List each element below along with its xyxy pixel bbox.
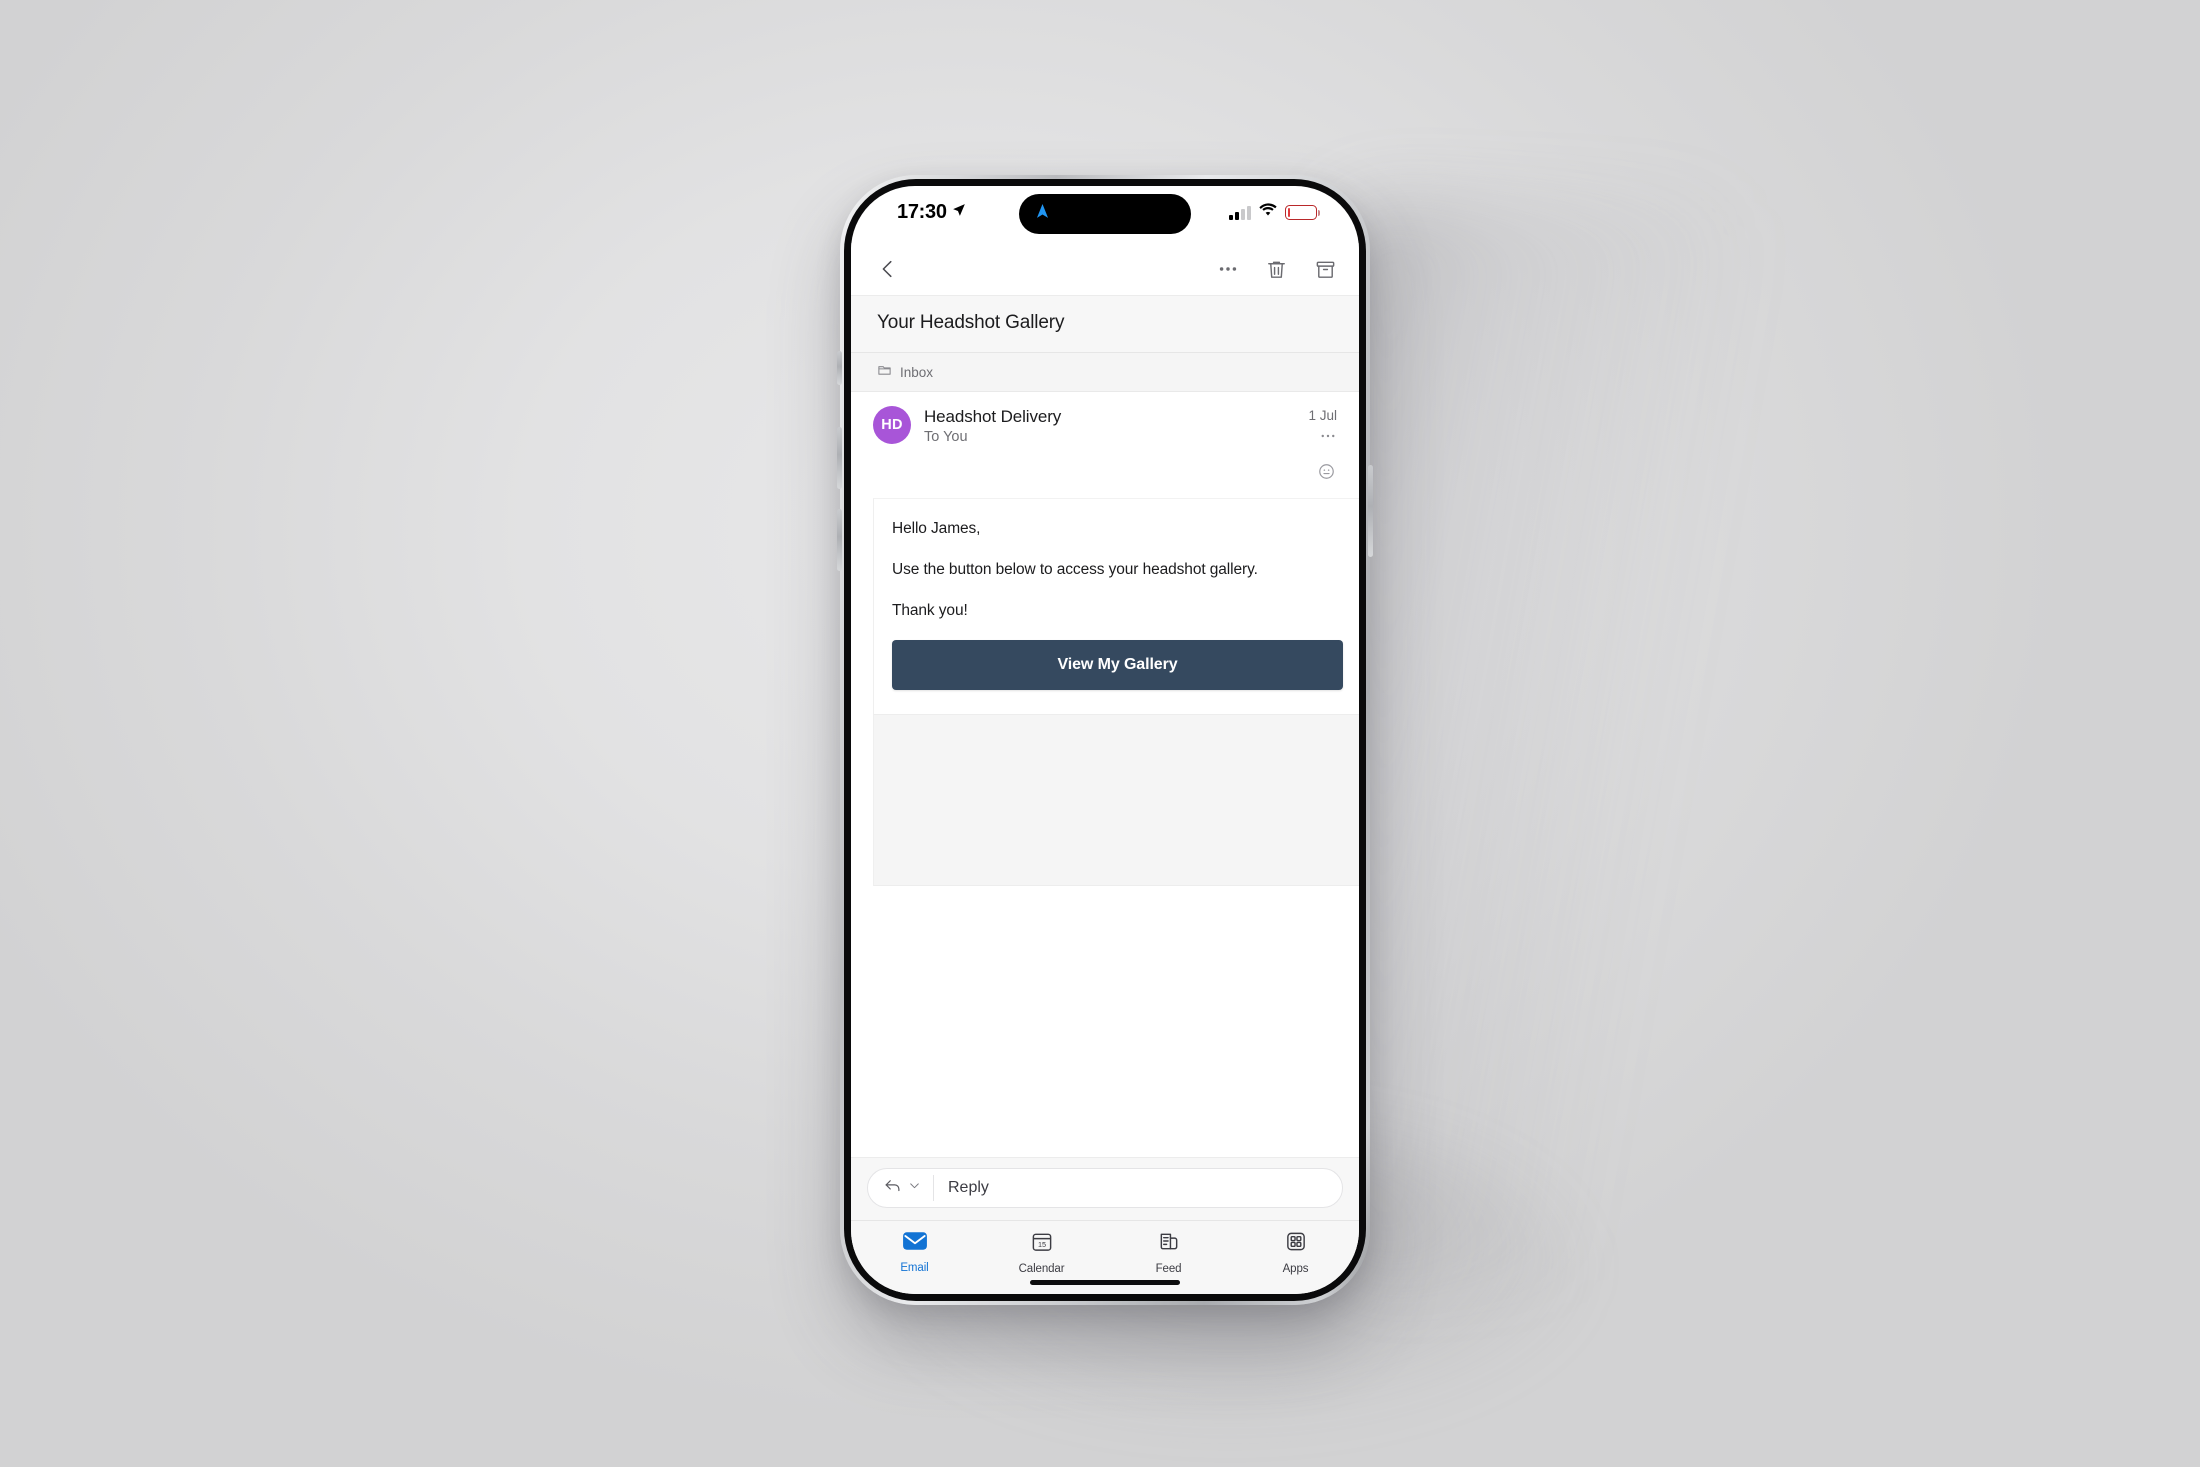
phone-screen: 17:30 Your Headshot Gallery Inbox HD Hea… xyxy=(851,186,1359,1294)
volume-down-button[interactable] xyxy=(837,509,842,571)
subject-bar: Your Headshot Gallery xyxy=(851,295,1359,352)
tab-feed[interactable]: Feed xyxy=(1105,1230,1232,1275)
reply-input[interactable]: Reply xyxy=(934,1179,1342,1197)
email-body-card: Hello James, Use the button below to acc… xyxy=(873,498,1359,714)
recipient-label[interactable]: To You xyxy=(924,429,1308,445)
tab-calendar-label: Calendar xyxy=(1018,1263,1065,1275)
dynamic-island[interactable] xyxy=(1019,194,1191,234)
message-scroll-area[interactable]: HD Headshot Delivery To You 1 Jul Hello … xyxy=(851,392,1359,1157)
reaction-row xyxy=(851,456,1359,488)
message-scroll-tail xyxy=(851,885,1359,1157)
volume-up-button[interactable] xyxy=(837,427,842,489)
folder-bar[interactable]: Inbox xyxy=(851,352,1359,392)
tab-feed-label: Feed xyxy=(1155,1263,1182,1275)
reply-field[interactable]: Reply xyxy=(867,1168,1343,1208)
body-closing: Thank you! xyxy=(892,601,968,619)
folder-label: Inbox xyxy=(900,364,934,380)
mute-switch-button[interactable] xyxy=(837,351,842,385)
cellular-signal-icon xyxy=(1229,205,1251,220)
email-toolbar xyxy=(851,243,1359,295)
folder-icon xyxy=(877,362,892,382)
status-bar-right xyxy=(1229,203,1320,222)
device-side-shadow xyxy=(1330,200,1750,1280)
tab-email[interactable]: Email xyxy=(851,1230,978,1274)
calendar-icon: 15 xyxy=(1030,1230,1054,1258)
iphone-device-frame: 17:30 Your Headshot Gallery Inbox HD Hea… xyxy=(837,175,1373,1305)
envelope-icon xyxy=(902,1230,928,1257)
archive-button[interactable] xyxy=(1314,258,1337,281)
email-body-spacer xyxy=(873,713,1359,886)
avatar[interactable]: HD xyxy=(873,406,911,444)
body-greeting: Hello James, xyxy=(892,520,981,537)
tab-apps-label: Apps xyxy=(1282,1263,1309,1275)
location-arrow-icon xyxy=(952,203,966,222)
reply-arrow-icon xyxy=(882,1177,903,1200)
navigation-arrow-icon xyxy=(1033,202,1052,226)
add-reaction-button[interactable] xyxy=(1313,458,1339,484)
sender-name: Headshot Delivery xyxy=(924,407,1062,426)
delete-button[interactable] xyxy=(1265,258,1288,281)
sender-row: HD Headshot Delivery To You 1 Jul xyxy=(851,392,1359,456)
apps-grid-icon xyxy=(1284,1230,1308,1258)
svg-text:15: 15 xyxy=(1037,1240,1045,1249)
tab-apps[interactable]: Apps xyxy=(1232,1230,1359,1275)
more-options-button[interactable] xyxy=(1217,258,1239,280)
home-indicator[interactable] xyxy=(1030,1280,1180,1285)
status-bar-left: 17:30 xyxy=(897,201,966,224)
battery-low-icon xyxy=(1285,205,1320,220)
feed-icon xyxy=(1157,1230,1181,1258)
email-subject: Your Headshot Gallery xyxy=(877,312,1065,333)
reply-mode-selector[interactable] xyxy=(882,1175,934,1201)
reply-zone: Reply xyxy=(851,1157,1359,1220)
power-button[interactable] xyxy=(1368,465,1373,557)
view-my-gallery-button[interactable]: View My Gallery xyxy=(892,639,1343,690)
chevron-down-icon xyxy=(908,1179,921,1197)
tab-calendar[interactable]: 15 Calendar xyxy=(978,1230,1105,1275)
message-more-button[interactable] xyxy=(1319,425,1337,450)
wifi-icon xyxy=(1259,203,1277,222)
status-bar-clock: 17:30 xyxy=(897,201,947,223)
message-date: 1 Jul xyxy=(1308,408,1337,423)
tab-email-label: Email xyxy=(900,1262,929,1274)
body-paragraph: Use the button below to access your head… xyxy=(892,560,1258,578)
status-bar: 17:30 xyxy=(851,186,1359,243)
back-button[interactable] xyxy=(877,258,899,280)
